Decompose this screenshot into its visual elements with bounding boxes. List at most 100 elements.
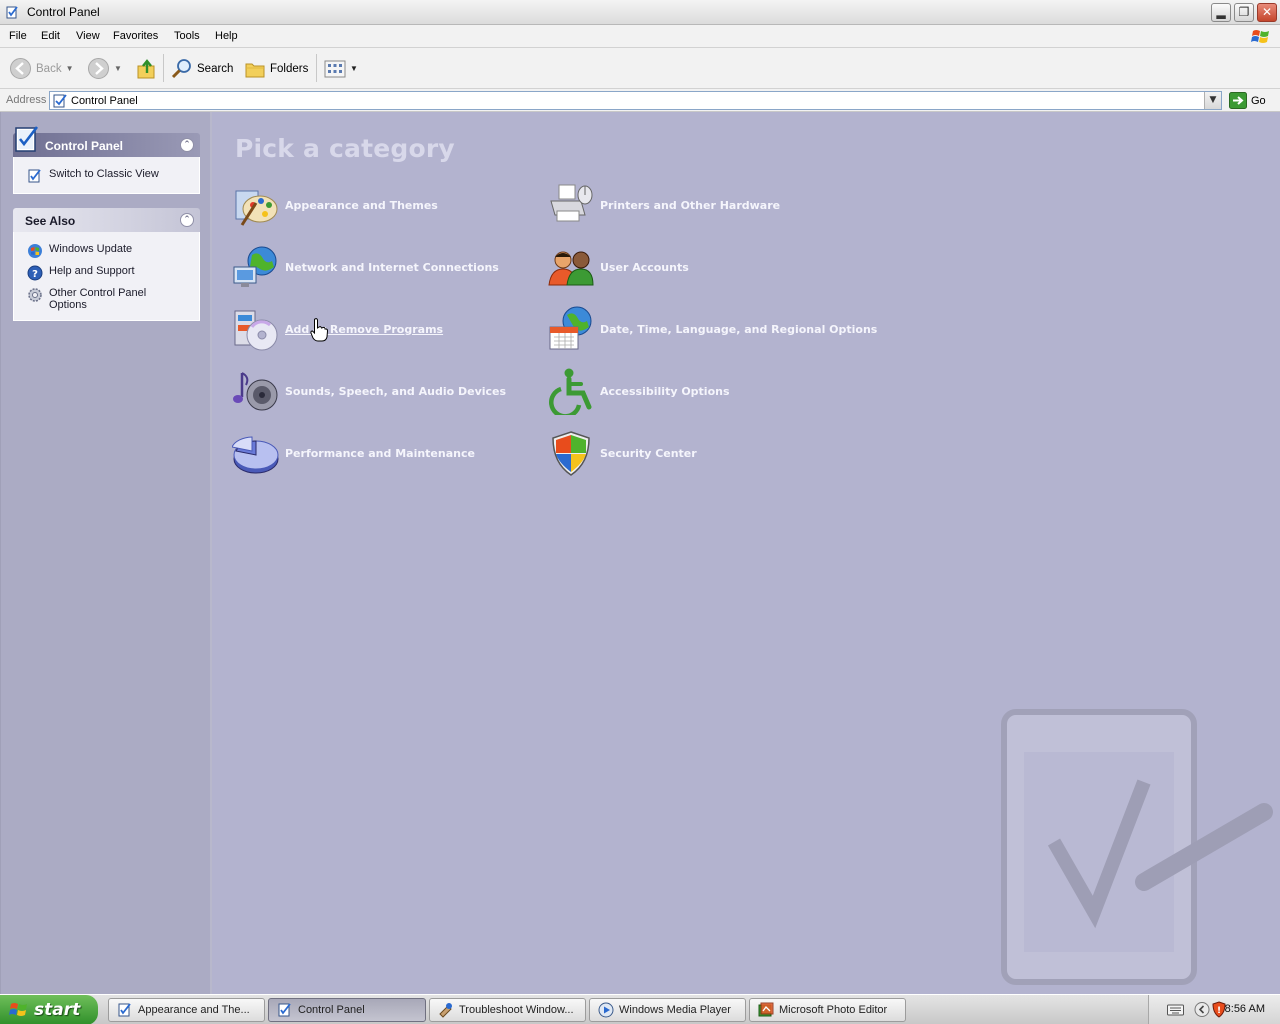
- see-also-panel-title: See Also: [25, 214, 76, 228]
- category-sounds-speech-and-audio-devices[interactable]: Sounds, Speech, and Audio Devices: [232, 367, 506, 415]
- category-label: Date, Time, Language, and Regional Optio…: [600, 322, 878, 336]
- performance-pie-icon: [232, 436, 279, 474]
- menu-file[interactable]: File: [9, 30, 27, 42]
- toolbar-separator: [163, 54, 164, 82]
- taskbar-button-label: Troubleshoot Window...: [459, 1004, 574, 1016]
- svg-text:?: ?: [32, 269, 38, 280]
- taskbar-button-label: Appearance and The...: [138, 1004, 250, 1016]
- search-label: Search: [197, 62, 234, 75]
- collapse-button[interactable]: ⌃: [180, 213, 194, 227]
- windows-flag-icon: [1251, 30, 1269, 43]
- see-also-panel-header[interactable]: See Also ⌃: [13, 208, 200, 232]
- category-network-and-internet-connections[interactable]: Network and Internet Connections: [232, 243, 499, 291]
- switch-to-classic-view-label: Switch to Classic View: [49, 168, 159, 180]
- collapse-button[interactable]: ⌃: [180, 138, 194, 152]
- category-performance-and-maintenance[interactable]: Performance and Maintenance: [232, 429, 475, 477]
- taskbar: start Appearance and The... Control Pane…: [0, 994, 1280, 1024]
- control-panel-panel-title: Control Panel: [45, 139, 124, 153]
- help-and-support-label: Help and Support: [49, 265, 135, 277]
- help-troubleshoot-icon: [439, 1003, 452, 1018]
- menu-edit[interactable]: Edit: [41, 30, 60, 42]
- taskbar-button-windows-media-player[interactable]: Windows Media Player: [589, 998, 746, 1022]
- address-value: Control Panel: [71, 95, 138, 107]
- control-panel-watermark-icon: [1001, 709, 1273, 985]
- search-button[interactable]: Search: [171, 56, 233, 81]
- views-dropdown-icon[interactable]: ▼: [350, 64, 358, 73]
- sound-speaker-icon: [233, 372, 278, 411]
- category-add-or-remove-programs[interactable]: Add or Remove Programs: [232, 305, 443, 353]
- category-date-time-language-and-regional-options[interactable]: Date, Time, Language, and Regional Optio…: [547, 305, 877, 353]
- go-button[interactable]: Go: [1229, 92, 1266, 109]
- taskbar-button-label: Windows Media Player: [619, 1004, 731, 1016]
- task-pane: Control Panel ⌃ Switch to Classic View S…: [0, 112, 212, 994]
- back-dropdown-icon[interactable]: ▼: [66, 64, 74, 73]
- category-accessibility-options[interactable]: Accessibility Options: [547, 367, 730, 415]
- appearance-palette-icon: [235, 190, 278, 226]
- toolbar: Back ▼ ▼ Search Folders ▼: [0, 48, 1280, 89]
- control-panel-panel-header[interactable]: Control Panel ⌃: [13, 126, 200, 157]
- back-arrow-icon: [10, 58, 31, 79]
- up-folder-button[interactable]: [136, 56, 158, 81]
- address-label: Address: [6, 94, 47, 106]
- switch-to-classic-view-link[interactable]: Switch to Classic View: [14, 165, 199, 187]
- taskbar-button-control-panel[interactable]: Control Panel: [268, 998, 426, 1022]
- control-panel-icon: [118, 1003, 131, 1017]
- category-label: Appearance and Themes: [285, 198, 438, 212]
- windows-update-link[interactable]: Windows Update: [14, 240, 199, 262]
- menu-help[interactable]: Help: [215, 30, 238, 42]
- address-dropdown-button[interactable]: ▼: [1204, 92, 1221, 109]
- restore-icon: ❐: [1238, 5, 1250, 19]
- toolbar-separator: [316, 54, 317, 82]
- category-view: Pick a category Appearance and Themes Pr…: [212, 112, 1280, 994]
- minimize-button[interactable]: ▂: [1211, 3, 1231, 22]
- hand-cursor-icon: [310, 318, 328, 342]
- accessibility-icon: [549, 368, 592, 415]
- taskbar-button-microsoft-photo-editor[interactable]: Microsoft Photo Editor: [749, 998, 906, 1022]
- category-printers-and-other-hardware[interactable]: Printers and Other Hardware: [547, 181, 780, 229]
- category-label: Network and Internet Connections: [285, 260, 499, 274]
- control-panel-icon: [6, 6, 18, 19]
- views-button[interactable]: ▼: [324, 56, 358, 81]
- forward-arrow-icon: [88, 58, 109, 79]
- up-folder-icon: [137, 58, 155, 78]
- category-user-accounts[interactable]: User Accounts: [547, 243, 689, 291]
- close-button[interactable]: ✕: [1257, 3, 1277, 22]
- control-panel-icon: [278, 1003, 291, 1017]
- control-panel-icon: [15, 126, 39, 152]
- category-label: Security Center: [600, 446, 697, 460]
- clock: 8:56 AM: [1224, 1003, 1265, 1015]
- menu-view[interactable]: View: [76, 30, 100, 42]
- taskbar-button-troubleshoot-windows[interactable]: Troubleshoot Window...: [429, 998, 586, 1022]
- start-button[interactable]: start: [0, 995, 98, 1024]
- menu-favorites[interactable]: Favorites: [113, 30, 158, 42]
- taskbar-button-appearance-and-themes[interactable]: Appearance and The...: [108, 998, 265, 1022]
- restore-button[interactable]: ❐: [1234, 3, 1254, 22]
- forward-dropdown-icon[interactable]: ▼: [114, 64, 122, 73]
- menu-tools[interactable]: Tools: [174, 30, 200, 42]
- address-field[interactable]: Control Panel ▼: [49, 91, 1222, 110]
- control-panel-panel-body: Switch to Classic View: [13, 157, 200, 194]
- folders-label: Folders: [270, 62, 309, 75]
- gear-icon: [28, 288, 42, 302]
- folders-button[interactable]: Folders: [244, 56, 308, 81]
- other-control-panel-options-link[interactable]: Other Control Panel Options: [14, 284, 199, 314]
- category-security-center[interactable]: Security Center: [547, 429, 697, 477]
- add-remove-programs-icon: [234, 310, 278, 351]
- photo-editor-icon: [758, 1002, 774, 1017]
- category-appearance-and-themes[interactable]: Appearance and Themes: [232, 181, 438, 229]
- back-button[interactable]: Back ▼: [9, 56, 74, 81]
- taskbar-button-label: Microsoft Photo Editor: [779, 1004, 888, 1016]
- show-hidden-icons-button[interactable]: [1194, 1001, 1210, 1018]
- help-and-support-link[interactable]: ? Help and Support: [14, 262, 199, 284]
- media-player-icon: [598, 1002, 614, 1018]
- see-also-task-panel: See Also ⌃ Windows Update ? Help and Sup…: [13, 208, 200, 321]
- forward-button[interactable]: ▼: [87, 56, 122, 81]
- address-bar: Address Control Panel ▼ Go: [0, 89, 1280, 112]
- keyboard-icon[interactable]: [1167, 1003, 1184, 1017]
- folders-icon: [245, 63, 265, 77]
- control-panel-task-panel: Control Panel ⌃ Switch to Classic View: [13, 126, 200, 194]
- control-panel-icon: [53, 94, 67, 108]
- window-title: Control Panel: [27, 5, 100, 19]
- back-label: Back: [36, 62, 62, 75]
- windows-update-icon: [28, 244, 42, 258]
